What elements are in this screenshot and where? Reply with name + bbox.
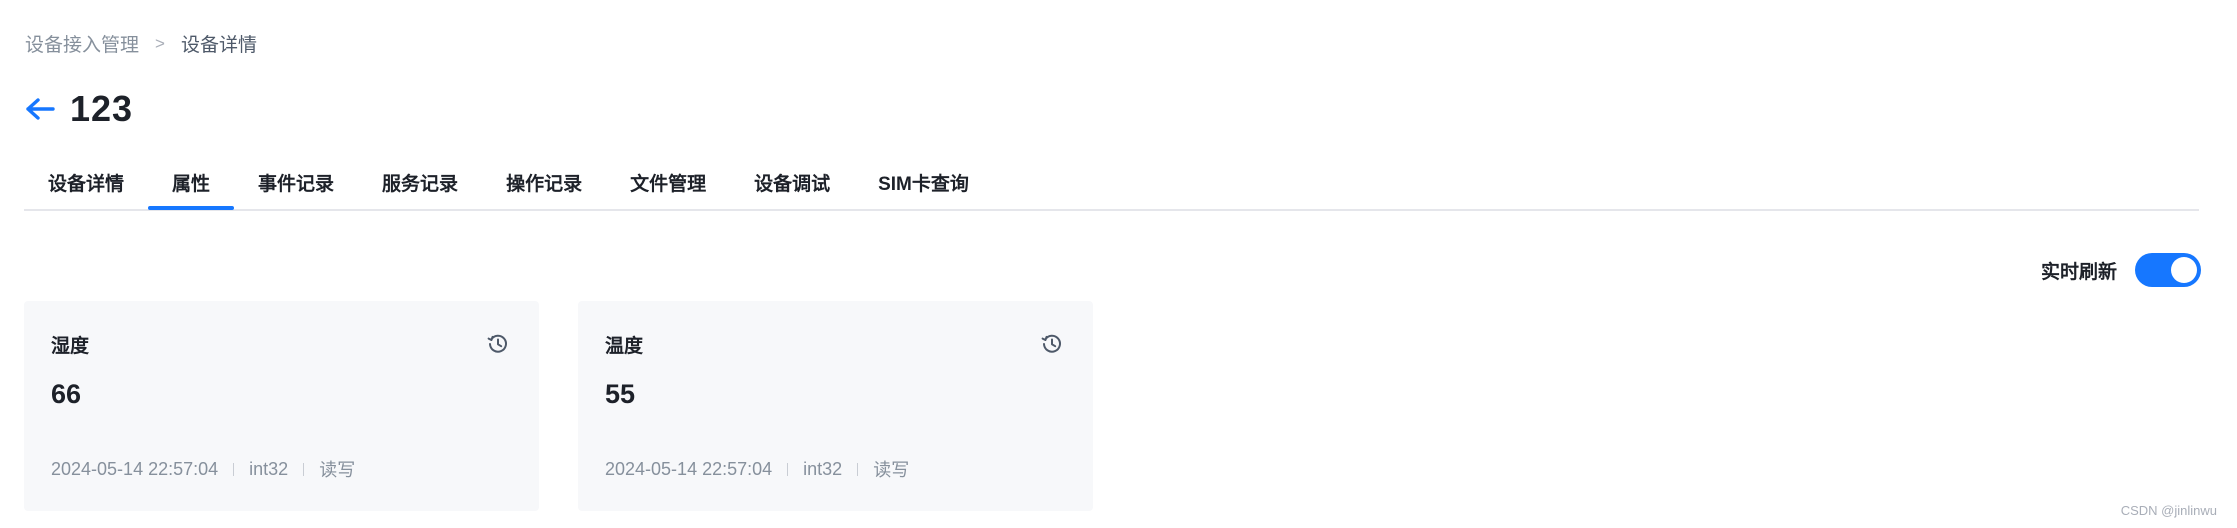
breadcrumb-current: 设备详情 — [180, 35, 257, 56]
realtime-refresh-label: 实时刷新 — [2040, 261, 2117, 283]
tab-event-records[interactable]: 事件记录 — [234, 158, 358, 207]
breadcrumb-parent[interactable]: 设备接入管理 — [25, 30, 139, 57]
watermark: CSDN @jinlinwu — [2120, 503, 2217, 518]
tab-label: 设备调试 — [754, 174, 831, 195]
history-icon[interactable] — [1041, 333, 1063, 355]
property-value: 55 — [605, 379, 636, 409]
tab-label: 设备详情 — [48, 174, 125, 195]
toggle-knob — [2171, 257, 2197, 283]
tab-operation-records[interactable]: 操作记录 — [482, 158, 606, 207]
property-timestamp: 2024-05-14 22:57:04 — [605, 458, 773, 479]
property-value: 66 — [51, 379, 82, 409]
tab-device-debug[interactable]: 设备调试 — [730, 158, 854, 207]
property-access: 读写 — [873, 460, 910, 480]
meta-divider — [233, 462, 235, 476]
tab-label: 操作记录 — [506, 174, 583, 195]
tab-device-detail[interactable]: 设备详情 — [24, 158, 148, 207]
tab-label: 文件管理 — [630, 174, 707, 195]
breadcrumb-separator: > — [155, 33, 165, 53]
device-detail-page: 设备接入管理 > 设备详情 123 设备详情 属性 事件记录 服务记录 操作记录… — [0, 0, 2237, 528]
tab-properties[interactable]: 属性 — [148, 158, 235, 210]
history-icon[interactable] — [487, 333, 509, 355]
tab-sim-query[interactable]: SIM卡查询 — [854, 158, 993, 207]
property-data-type: int32 — [249, 458, 289, 479]
property-card-temperature: 温度 55 2024-05-14 22:57:04 int32 读写 — [578, 301, 1093, 511]
property-data-type: int32 — [803, 458, 843, 479]
property-name: 湿度 — [51, 336, 90, 357]
meta-divider — [857, 462, 859, 476]
meta-divider — [303, 462, 305, 476]
realtime-refresh: 实时刷新 — [2041, 253, 2201, 287]
page-title: 123 — [70, 88, 134, 129]
breadcrumb: 设备接入管理 > 设备详情 — [25, 30, 257, 57]
property-card-humidity: 湿度 66 2024-05-14 22:57:04 int32 读写 — [24, 301, 539, 511]
tab-bar: 设备详情 属性 事件记录 服务记录 操作记录 文件管理 设备调试 SIM卡查询 — [24, 158, 2199, 211]
property-name: 温度 — [605, 336, 644, 357]
tab-label: SIM卡查询 — [878, 174, 969, 195]
arrow-left-icon[interactable] — [24, 93, 56, 125]
property-meta: 2024-05-14 22:57:04 int32 读写 — [51, 456, 355, 482]
tab-file-management[interactable]: 文件管理 — [606, 158, 730, 207]
property-access: 读写 — [319, 460, 356, 480]
tab-label: 属性 — [172, 174, 211, 195]
meta-divider — [787, 462, 789, 476]
property-card-list: 湿度 66 2024-05-14 22:57:04 int32 读写 温度 55… — [24, 301, 1093, 511]
property-meta: 2024-05-14 22:57:04 int32 读写 — [605, 456, 909, 482]
tab-label: 服务记录 — [382, 174, 459, 195]
page-header: 123 — [24, 88, 133, 130]
tab-service-records[interactable]: 服务记录 — [358, 158, 482, 207]
realtime-refresh-toggle[interactable] — [2135, 253, 2201, 287]
property-timestamp: 2024-05-14 22:57:04 — [51, 458, 219, 479]
tab-label: 事件记录 — [258, 174, 335, 195]
